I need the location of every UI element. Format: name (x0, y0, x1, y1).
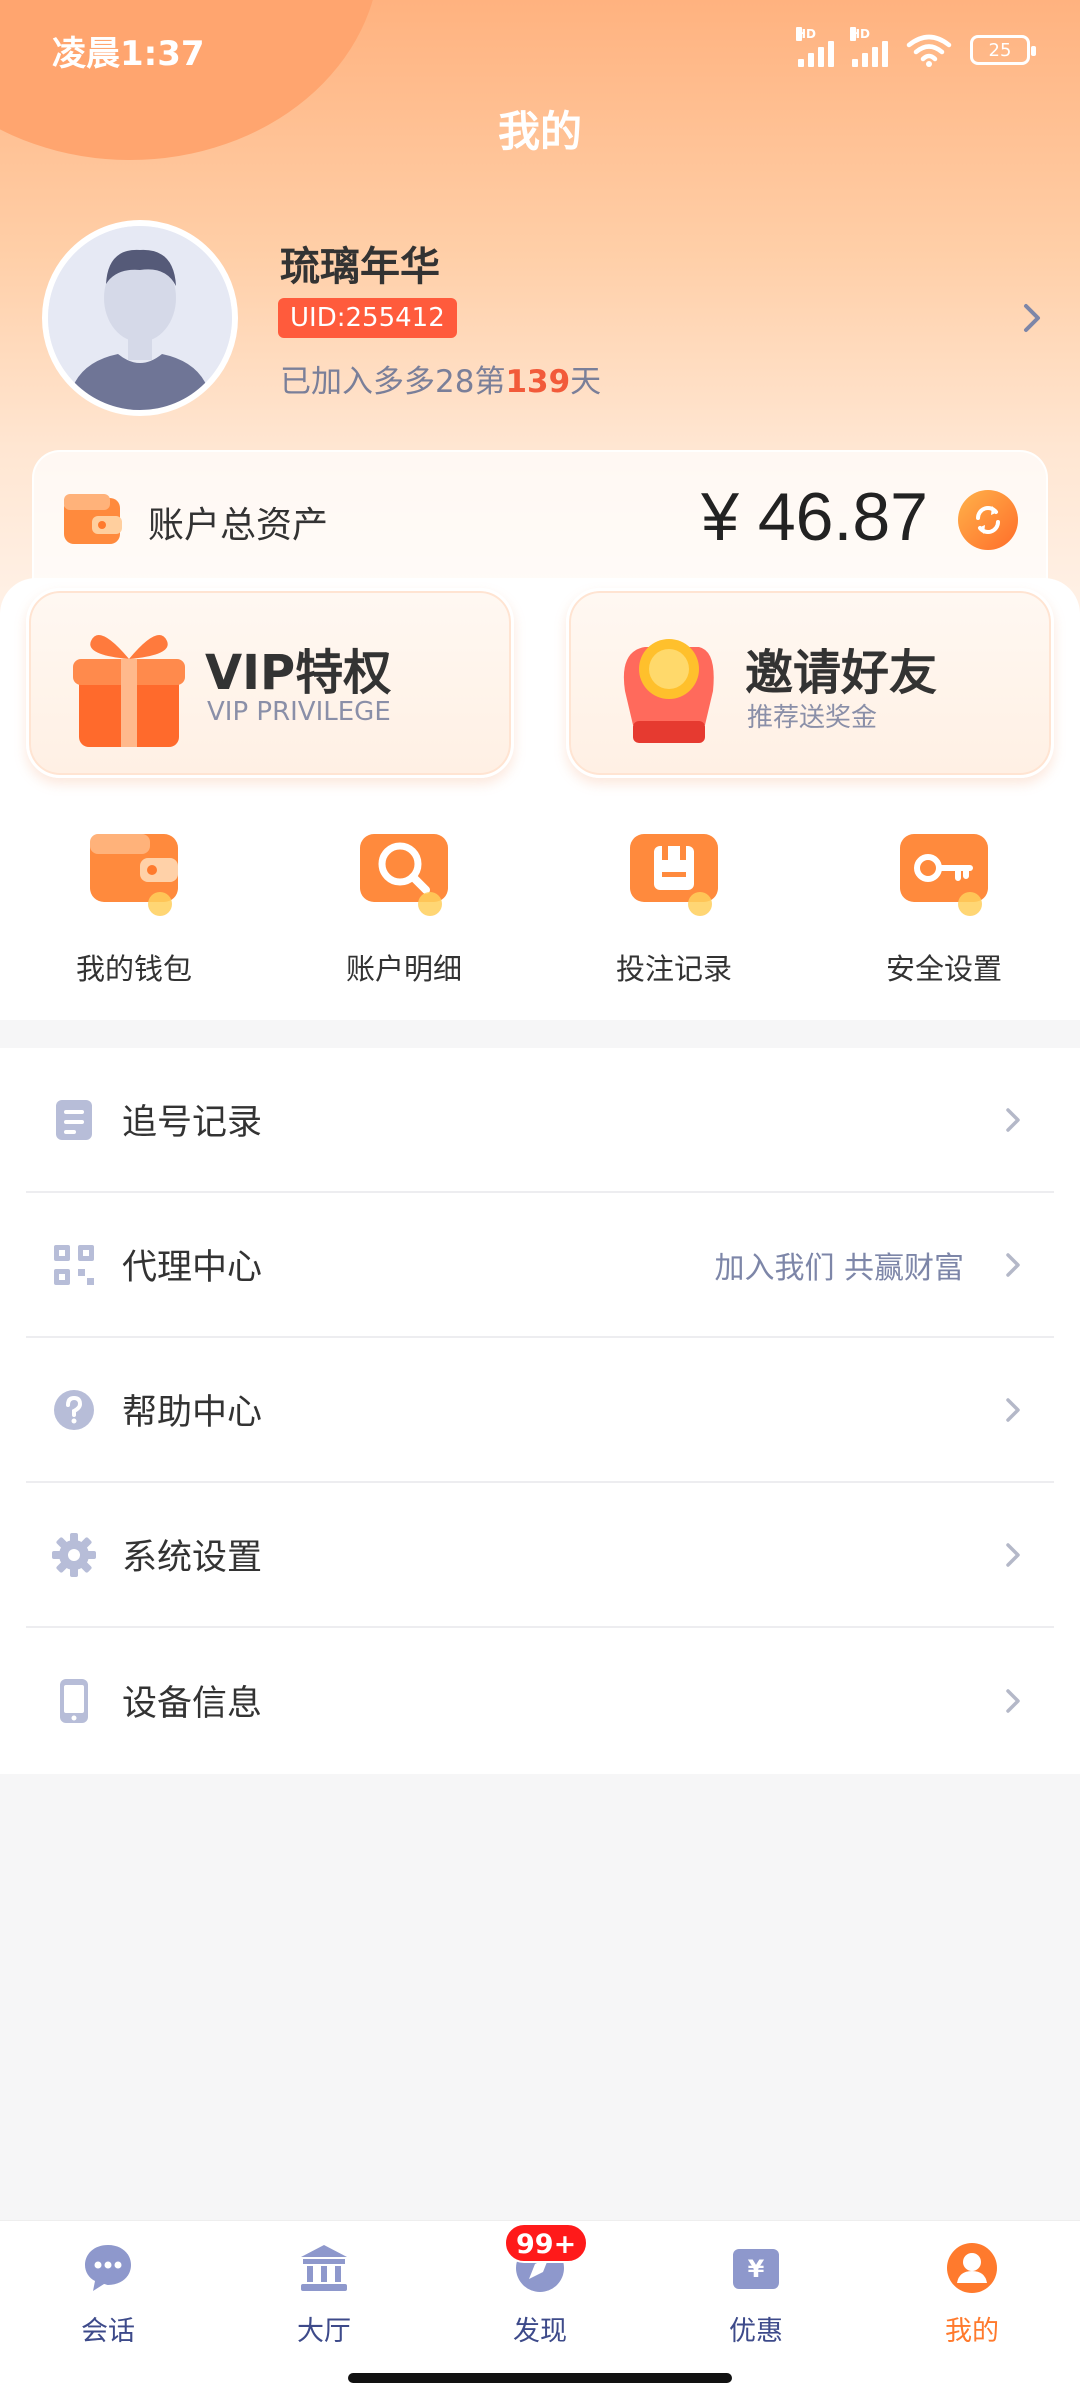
asset-card[interactable]: 账户总资产 ¥ 46.87 (32, 450, 1048, 590)
menu-item-device-info[interactable]: 设备信息 (26, 1628, 1054, 1773)
asset-amount: ¥ 46.87 (701, 479, 928, 555)
joined-suffix: 天 (570, 364, 602, 400)
notification-badge: 99+ (504, 2223, 589, 2263)
menu-item-extra: 加入我们 共赢财富 (714, 1250, 964, 1286)
chevron-right-icon (1006, 1252, 1020, 1277)
vip-privilege-card[interactable]: VIP特权 VIP PRIVILEGE (26, 588, 514, 778)
status-icons: HD HD 25 (796, 27, 1036, 67)
vip-subtitle: VIP PRIVILEGE (207, 697, 391, 727)
quick-action-wallet[interactable]: 我的钱包 (34, 820, 234, 988)
quick-action-label: 投注记录 (615, 952, 732, 986)
menu-item-system-settings[interactable]: 系统设置 (26, 1483, 1054, 1628)
chevron-right-icon (1006, 1542, 1020, 1567)
wallet-icon (90, 834, 178, 916)
menu-item-label: 帮助中心 (122, 1393, 263, 1433)
menu-item-label: 代理中心 (122, 1248, 263, 1288)
gift-icon (73, 635, 185, 747)
asset-label: 账户总资产 (148, 505, 329, 546)
page-title: 我的 (497, 107, 582, 156)
home-indicator[interactable] (348, 2373, 732, 2383)
joined-prefix: 已加入多多28第 (280, 364, 506, 400)
coin-hand-icon (623, 639, 714, 743)
tab-chat[interactable]: 会话 (38, 2241, 178, 2348)
menu-item-label: 系统设置 (122, 1538, 263, 1578)
qr-code-icon (54, 1244, 94, 1285)
tab-profile[interactable]: 我的 (902, 2241, 1042, 2348)
device-icon (60, 1678, 88, 1723)
refresh-button[interactable] (958, 490, 1018, 550)
signal-icon: HD (850, 27, 888, 67)
search-icon (360, 834, 448, 916)
avatar[interactable] (42, 220, 238, 416)
quick-action-account-details[interactable]: 账户明细 (304, 820, 504, 988)
tab-lobby[interactable]: 大厅 (254, 2241, 394, 2348)
tab-discover[interactable]: 99+ 发现 (470, 2223, 610, 2348)
status-bar: 凌晨1:37 HD HD 25 (0, 0, 1080, 100)
quick-action-security-settings[interactable]: 安全设置 (844, 820, 1044, 988)
status-time: 凌晨1:37 (52, 33, 205, 74)
save-record-icon (630, 834, 718, 916)
signal-icon: HD (796, 27, 834, 67)
signal-hd-label: HD (850, 27, 871, 41)
tab-label: 优惠 (729, 2316, 783, 2347)
quick-action-label: 账户明细 (345, 952, 462, 986)
invite-friends-card[interactable]: 邀请好友 推荐送奖金 (566, 588, 1054, 778)
quick-action-label: 我的钱包 (75, 952, 192, 986)
tab-label: 会话 (81, 2316, 135, 2347)
joined-days-count: 139 (505, 364, 571, 400)
invite-subtitle: 推荐送奖金 (747, 703, 878, 733)
avatar-placeholder-icon (48, 226, 232, 410)
tab-label: 发现 (513, 2316, 567, 2347)
document-icon (56, 1099, 92, 1140)
svg-text:¥: ¥ (748, 2255, 765, 2283)
battery-icon: 25 (970, 35, 1036, 65)
joined-days-text: 已加入多多28第139天 (280, 356, 601, 401)
vip-title: VIP特权 (205, 645, 392, 701)
menu-item-help-center[interactable]: 帮助中心 (26, 1338, 1054, 1483)
bank-icon (301, 2245, 347, 2291)
wallet-icon (64, 494, 122, 544)
quick-action-bet-records[interactable]: 投注记录 (574, 820, 774, 988)
menu-item-agent-center[interactable]: 代理中心 加入我们 共赢财富 (26, 1193, 1054, 1338)
chevron-right-icon (1006, 1107, 1020, 1132)
tab-label: 大厅 (297, 2316, 351, 2347)
uid-badge: UID:255412 (278, 298, 457, 338)
invite-title: 邀请好友 (745, 645, 938, 701)
help-icon (54, 1389, 94, 1430)
key-icon (900, 834, 988, 916)
battery-level: 25 (988, 39, 1012, 61)
quick-action-label: 安全设置 (885, 952, 1002, 986)
chevron-right-icon (1006, 1688, 1020, 1713)
menu-item-label: 设备信息 (122, 1684, 263, 1724)
coupon-icon: ¥ (733, 2249, 779, 2289)
chat-icon (85, 2245, 131, 2291)
user-name: 琉璃年华 (280, 244, 440, 290)
menu-item-label: 追号记录 (122, 1103, 263, 1143)
gear-icon (52, 1532, 96, 1577)
menu-list: 追号记录 代理中心 加入我们 共赢财富 帮助中心 系统设置 设备信息 (0, 1048, 1080, 1774)
menu-item-chase-records[interactable]: 追号记录 (26, 1048, 1054, 1193)
profile-icon (947, 2243, 997, 2293)
tab-label: 我的 (945, 2316, 999, 2347)
refresh-icon (976, 506, 1000, 534)
tab-offers[interactable]: ¥ 优惠 (686, 2241, 826, 2348)
wifi-icon (906, 34, 952, 67)
chevron-right-icon (1006, 1397, 1020, 1422)
signal-hd-label: HD (796, 27, 817, 41)
profile-chevron-right-icon[interactable] (1014, 300, 1050, 336)
